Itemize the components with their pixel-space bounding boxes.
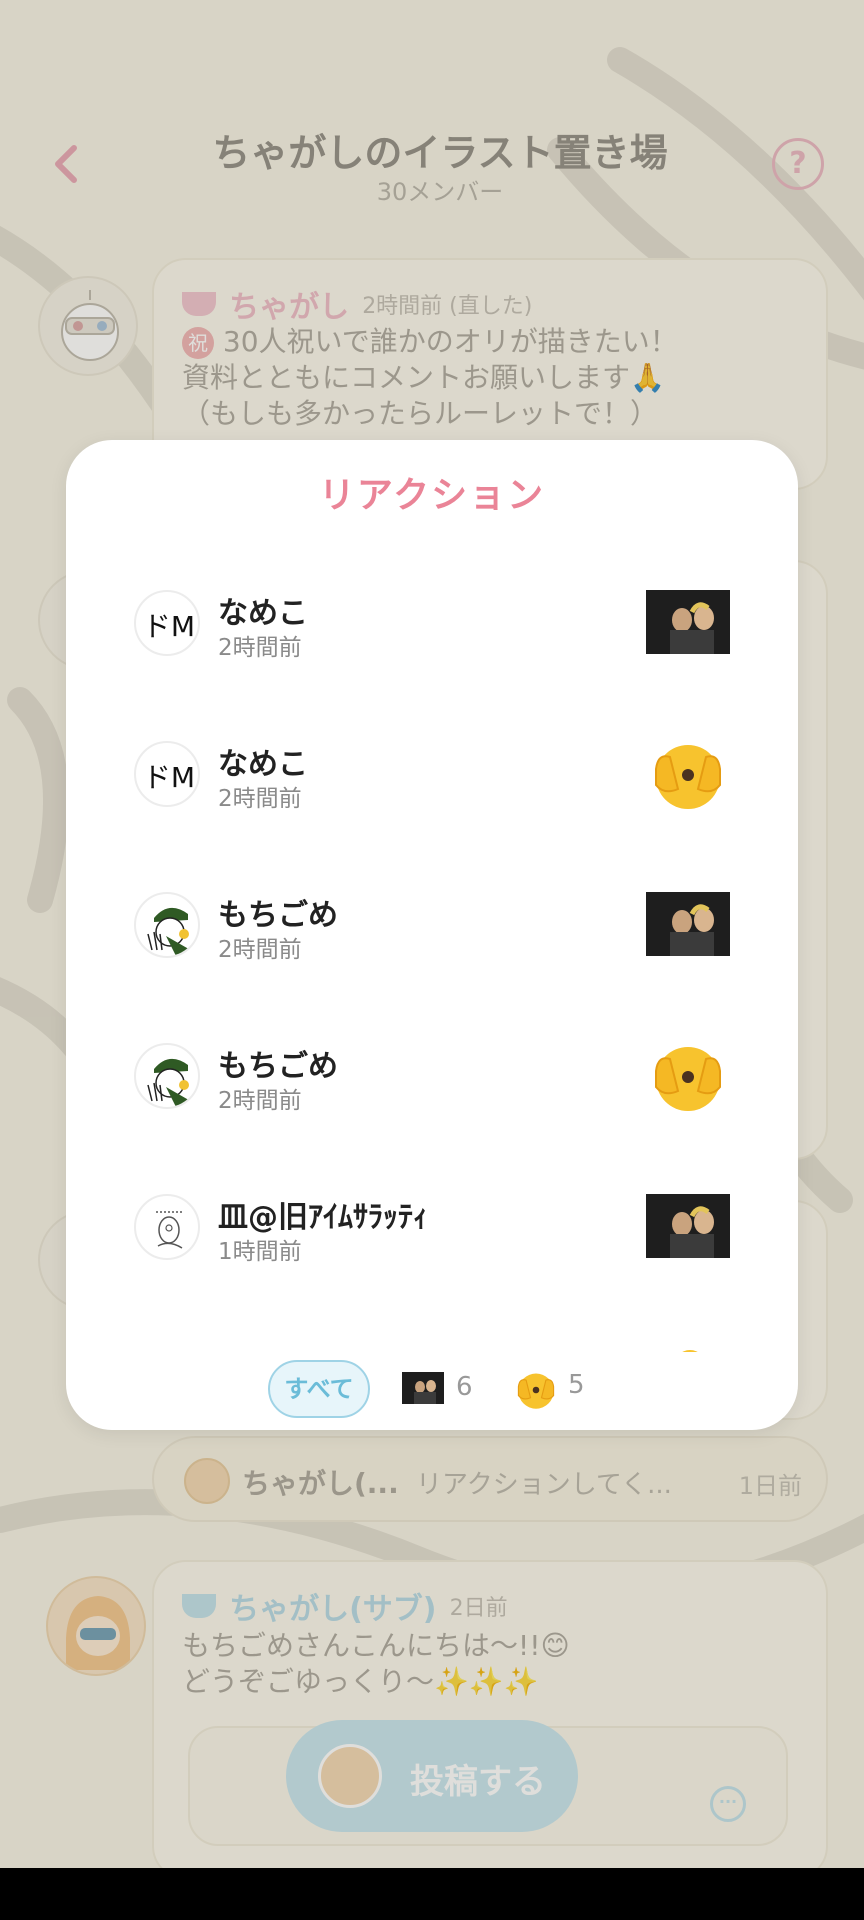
peeking-eye-emoji-icon bbox=[655, 745, 721, 809]
reaction-row[interactable]: 皿@旧ｱｲﾑｻﾗｯﾃｨ 1時間前 bbox=[66, 1164, 798, 1315]
photo-reaction-count: 6 bbox=[456, 1372, 473, 1402]
avatar: ドM bbox=[134, 590, 200, 656]
reaction-filter-bar: すべて 6 5 bbox=[66, 1358, 798, 1422]
photo-reaction-icon bbox=[646, 892, 730, 956]
reaction-time: 2時間前 bbox=[218, 937, 302, 963]
reaction-time: 1時間前 bbox=[218, 1239, 302, 1265]
svg-text:ドM: ドM bbox=[143, 761, 195, 794]
reactor-name: なめこ bbox=[218, 596, 308, 631]
reactions-dialog: リアクション ドM なめこ 2時間前 ドM なめこ 2時間前 もちごめ 2時間前… bbox=[66, 440, 798, 1430]
avatar-drawing bbox=[147, 1058, 194, 1107]
filter-photo-tab[interactable]: 6 bbox=[402, 1370, 520, 1410]
filter-all-tab[interactable]: すべて bbox=[268, 1360, 370, 1418]
avatar-drawing: ドM bbox=[143, 610, 195, 643]
filter-emoji-tab[interactable]: 5 bbox=[514, 1368, 632, 1412]
reaction-list[interactable]: ドM なめこ 2時間前 ドM なめこ 2時間前 もちごめ 2時間前 もちごめ 2… bbox=[66, 560, 798, 1390]
reactor-name: もちごめ bbox=[218, 898, 338, 933]
photo-reaction-icon bbox=[646, 1194, 730, 1258]
peeking-eye-emoji-icon bbox=[655, 1047, 721, 1111]
reaction-row[interactable]: ドM なめこ 2時間前 bbox=[66, 711, 798, 862]
peeking-eye-emoji-icon bbox=[517, 1373, 555, 1409]
avatar-drawing: ドM bbox=[143, 761, 195, 794]
photo-reaction-icon bbox=[646, 590, 730, 654]
reaction-time: 2時間前 bbox=[218, 786, 302, 812]
peeking-eye-emoji-icon bbox=[670, 1344, 710, 1352]
reactor-name: なめこ bbox=[218, 747, 308, 782]
reaction-time: 2時間前 bbox=[218, 635, 302, 661]
avatar-drawing bbox=[156, 1211, 183, 1249]
avatar bbox=[134, 892, 200, 958]
avatar bbox=[134, 1194, 200, 1260]
avatar: ドM bbox=[134, 741, 200, 807]
system-navigation-bar bbox=[0, 1868, 864, 1920]
photo-reaction-icon bbox=[402, 1372, 444, 1404]
avatar bbox=[134, 1043, 200, 1109]
svg-text:ドM: ドM bbox=[143, 610, 195, 643]
reaction-row[interactable]: もちごめ 2時間前 bbox=[66, 1013, 798, 1164]
reaction-row[interactable]: もちごめ 2時間前 bbox=[66, 862, 798, 1013]
reactor-name: もちごめ bbox=[218, 1049, 338, 1084]
reaction-time: 2時間前 bbox=[218, 1088, 302, 1114]
avatar-drawing bbox=[147, 907, 194, 956]
reactor-name: 皿@旧ｱｲﾑｻﾗｯﾃｨ bbox=[218, 1200, 428, 1235]
emoji-reaction-count: 5 bbox=[568, 1370, 585, 1400]
dialog-title: リアクション bbox=[318, 475, 546, 516]
reaction-row[interactable]: ドM なめこ 2時間前 bbox=[66, 560, 798, 711]
